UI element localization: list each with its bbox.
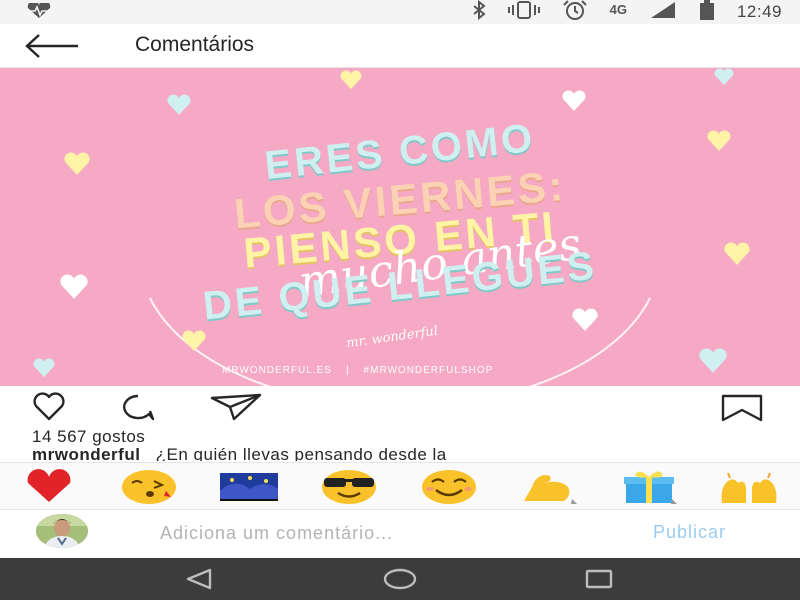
flexed-biceps-emoji[interactable] xyxy=(520,469,578,505)
smiling-face-emoji[interactable] xyxy=(420,469,478,505)
heart-monitor-icon xyxy=(26,0,52,24)
post-actions xyxy=(0,390,800,426)
comments-screen: 4G 12:49 Comentários ERES COMO LOS VIERN… xyxy=(0,0,800,600)
sunglasses-face-emoji[interactable] xyxy=(320,469,378,505)
heart-icon xyxy=(699,348,727,373)
brand-hashtag: #MRWONDERFULSHOP xyxy=(363,365,494,376)
nav-recents-button[interactable] xyxy=(584,568,614,590)
emoji-quick-bar xyxy=(0,462,800,510)
heart-icon xyxy=(33,358,55,378)
comment-icon xyxy=(123,394,155,421)
avatar xyxy=(36,514,88,548)
back-triangle-icon xyxy=(186,568,212,590)
system-nav-bar xyxy=(0,558,800,600)
clock-time: 12:49 xyxy=(736,2,782,21)
caption-text: ¿En quién llevas pensando desde la xyxy=(155,445,447,461)
app-header: Comentários xyxy=(0,24,800,68)
alarm-icon xyxy=(562,0,588,25)
comment-composer: Publicar xyxy=(0,510,800,558)
back-button[interactable] xyxy=(24,32,82,60)
caption-username[interactable]: mrwonderful_ xyxy=(32,445,150,461)
post-caption: mrwonderful_ ¿En quién llevas pensando d… xyxy=(32,445,752,461)
post-image[interactable]: ERES COMO LOS VIERNES: PIENSO EN TI much… xyxy=(0,68,800,386)
heart-icon xyxy=(562,90,586,111)
comment-button[interactable] xyxy=(120,392,155,422)
brand-links: MRWONDERFUL.ES | #MRWONDERFULSHOP xyxy=(222,365,493,376)
battery-icon xyxy=(699,0,715,25)
red-heart-emoji[interactable] xyxy=(20,469,78,505)
heart-icon xyxy=(182,330,206,351)
publish-button[interactable]: Publicar xyxy=(653,522,726,543)
brand-website: MRWONDERFUL.ES xyxy=(222,365,332,376)
likes-count[interactable]: 14 567 gostos xyxy=(32,427,145,447)
heart-icon xyxy=(340,70,362,90)
vibrate-icon xyxy=(507,0,540,25)
arrow-left-icon xyxy=(25,34,78,58)
home-circle-icon xyxy=(383,568,417,590)
brand-separator: | xyxy=(345,365,350,376)
heart-icon xyxy=(572,308,598,331)
comment-input[interactable] xyxy=(160,520,630,546)
page-title: Comentários xyxy=(135,33,255,56)
signal-icon xyxy=(649,0,677,25)
nav-back-button[interactable] xyxy=(184,568,214,590)
gift-emoji[interactable] xyxy=(620,469,678,505)
nav-home-button[interactable] xyxy=(382,568,418,590)
like-button[interactable] xyxy=(32,392,66,422)
status-bar: 4G 12:49 xyxy=(0,0,800,24)
bookmark-icon xyxy=(721,394,763,422)
heart-icon xyxy=(714,68,734,86)
raising-hands-emoji[interactable] xyxy=(718,469,777,505)
share-icon xyxy=(210,393,262,421)
save-button[interactable] xyxy=(720,392,764,422)
kissing-face-emoji[interactable] xyxy=(120,469,178,505)
status-icons: 4G 12:49 xyxy=(472,0,782,24)
starry-night-emoji[interactable] xyxy=(220,469,278,505)
share-button[interactable] xyxy=(210,392,262,422)
heart-icon xyxy=(167,94,191,115)
network-type: 4G xyxy=(609,1,627,17)
bluetooth-icon xyxy=(472,0,486,25)
heart-outline-icon xyxy=(33,392,65,421)
recents-square-icon xyxy=(585,569,613,589)
